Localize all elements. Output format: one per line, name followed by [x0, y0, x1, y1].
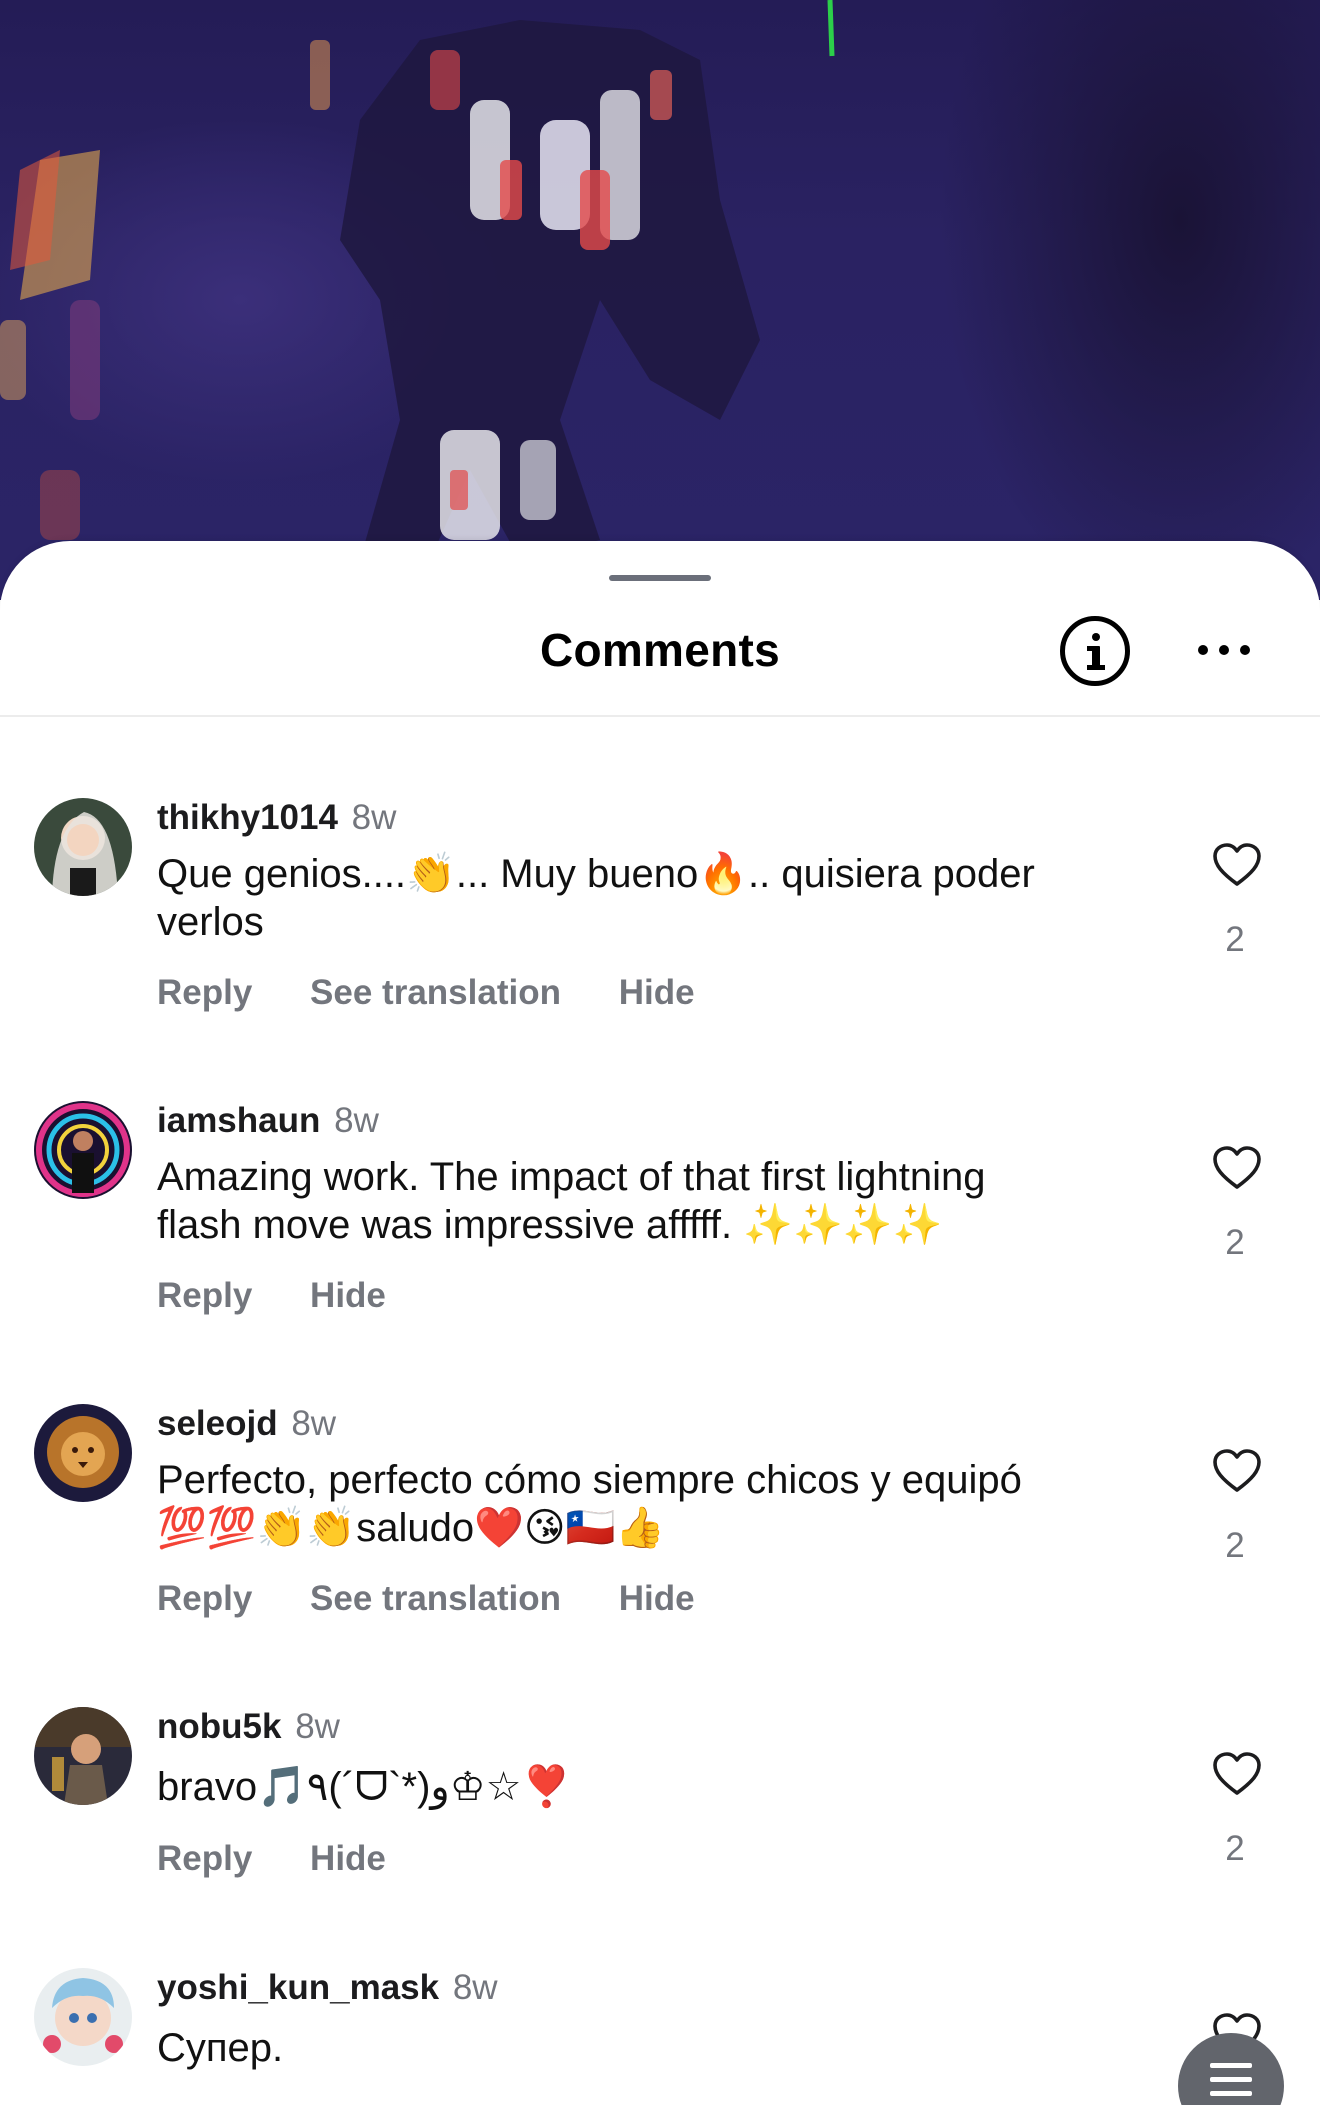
dancer-silhouette-image: [0, 0, 835, 560]
username[interactable]: thikhy1014: [157, 798, 338, 837]
header-divider: [0, 715, 1320, 717]
heart-outline-icon[interactable]: [1212, 842, 1262, 888]
comment-age: 8w: [291, 1404, 337, 1443]
comment-text-line: Que genios....👏... Muy bueno🔥.. quisiera…: [157, 852, 1035, 896]
username[interactable]: yoshi_kun_mask: [157, 1968, 439, 2007]
comment-text-line: Amazing work. The impact of that first l…: [157, 1155, 986, 1199]
comment-text-line: Perfecto, perfecto cómo siempre chicos y…: [157, 1458, 1022, 1502]
comment-actions: Reply Hide: [157, 1839, 434, 1879]
info-icon[interactable]: [1060, 616, 1130, 686]
comment-actions: Reply See translation Hide: [157, 973, 743, 1013]
comment-text-line: bravo🎵٩(´ᗜ`*)و♔☆❣️: [157, 1765, 572, 1809]
avatar[interactable]: [34, 1707, 132, 1805]
heart-outline-icon[interactable]: [1212, 1448, 1262, 1494]
avatar[interactable]: [34, 1968, 132, 2066]
username[interactable]: iamshaun: [157, 1101, 320, 1140]
comment-item: seleojd 8w Perfecto, perfecto cómo siemp…: [0, 1404, 1320, 1634]
comment-header: yoshi_kun_mask 8w: [157, 1968, 498, 2008]
see-translation-button[interactable]: See translation: [310, 973, 561, 1012]
comment-text: Que genios....👏... Muy bueno🔥.. quisiera…: [157, 850, 1137, 946]
hide-button[interactable]: Hide: [310, 1839, 386, 1878]
see-translation-button[interactable]: See translation: [310, 1579, 561, 1618]
more-options-icon[interactable]: [1196, 639, 1252, 663]
comments-screen: Comments thikhy1014 8w Que genios....👏..…: [0, 0, 1320, 2105]
reply-button[interactable]: Reply: [157, 1579, 252, 1618]
comment-actions: Reply Hide: [157, 1276, 434, 1316]
like-count: 2: [1225, 1526, 1245, 1565]
comment-header: thikhy1014 8w: [157, 798, 396, 838]
hide-button[interactable]: Hide: [310, 1276, 386, 1315]
hide-button[interactable]: Hide: [619, 1579, 695, 1618]
reply-button[interactable]: Reply: [157, 973, 252, 1012]
comment-text: Perfecto, perfecto cómo siempre chicos y…: [157, 1456, 1137, 1552]
reply-button[interactable]: Reply: [157, 1839, 252, 1878]
heart-outline-icon[interactable]: [1212, 1145, 1262, 1191]
comment-age: 8w: [334, 1101, 379, 1140]
comment-age: 8w: [351, 798, 397, 837]
comment-header: nobu5k 8w: [157, 1707, 340, 1747]
hide-button[interactable]: Hide: [619, 973, 695, 1012]
comment-item: nobu5k 8w bravo🎵٩(´ᗜ`*)و♔☆❣️ Reply Hide …: [0, 1707, 1320, 1897]
like-count: 2: [1225, 1829, 1245, 1868]
comment-item: iamshaun 8w Amazing work. The impact of …: [0, 1101, 1320, 1331]
comment-header: seleojd 8w: [157, 1404, 336, 1444]
comment-text: Amazing work. The impact of that first l…: [157, 1153, 1137, 1249]
avatar[interactable]: [34, 1404, 132, 1502]
comment-actions: Reply See translation Hide: [157, 1579, 743, 1619]
comment-header: iamshaun 8w: [157, 1101, 379, 1141]
comment-text-line: verlos: [157, 900, 264, 944]
username[interactable]: seleojd: [157, 1404, 278, 1443]
comment-text: Супер.: [157, 2024, 1137, 2072]
avatar[interactable]: [34, 798, 132, 896]
comment-item: thikhy1014 8w Que genios....👏... Muy bue…: [0, 798, 1320, 1028]
comment-age: 8w: [452, 1968, 498, 2007]
comment-text-line: flash move was impressive afffff. ✨✨✨✨: [157, 1203, 943, 1247]
comment-age: 8w: [295, 1707, 340, 1746]
comment-text-line: Супер.: [157, 2026, 284, 2070]
username[interactable]: nobu5k: [157, 1707, 281, 1746]
sheet-grabber-handle[interactable]: [609, 575, 711, 581]
comment-text: bravo🎵٩(´ᗜ`*)و♔☆❣️: [157, 1763, 1137, 1811]
like-count: 2: [1225, 1223, 1245, 1262]
comment-text-line: 💯💯👏👏saludo❤️😘🇨🇱👍: [157, 1506, 666, 1550]
like-count: 2: [1225, 920, 1245, 959]
comment-item: yoshi_kun_mask 8w Супер.: [0, 1968, 1320, 2105]
video-background[interactable]: [0, 0, 1320, 600]
heart-outline-icon[interactable]: [1212, 1751, 1262, 1797]
reply-button[interactable]: Reply: [157, 1276, 252, 1315]
avatar[interactable]: [34, 1101, 132, 1199]
